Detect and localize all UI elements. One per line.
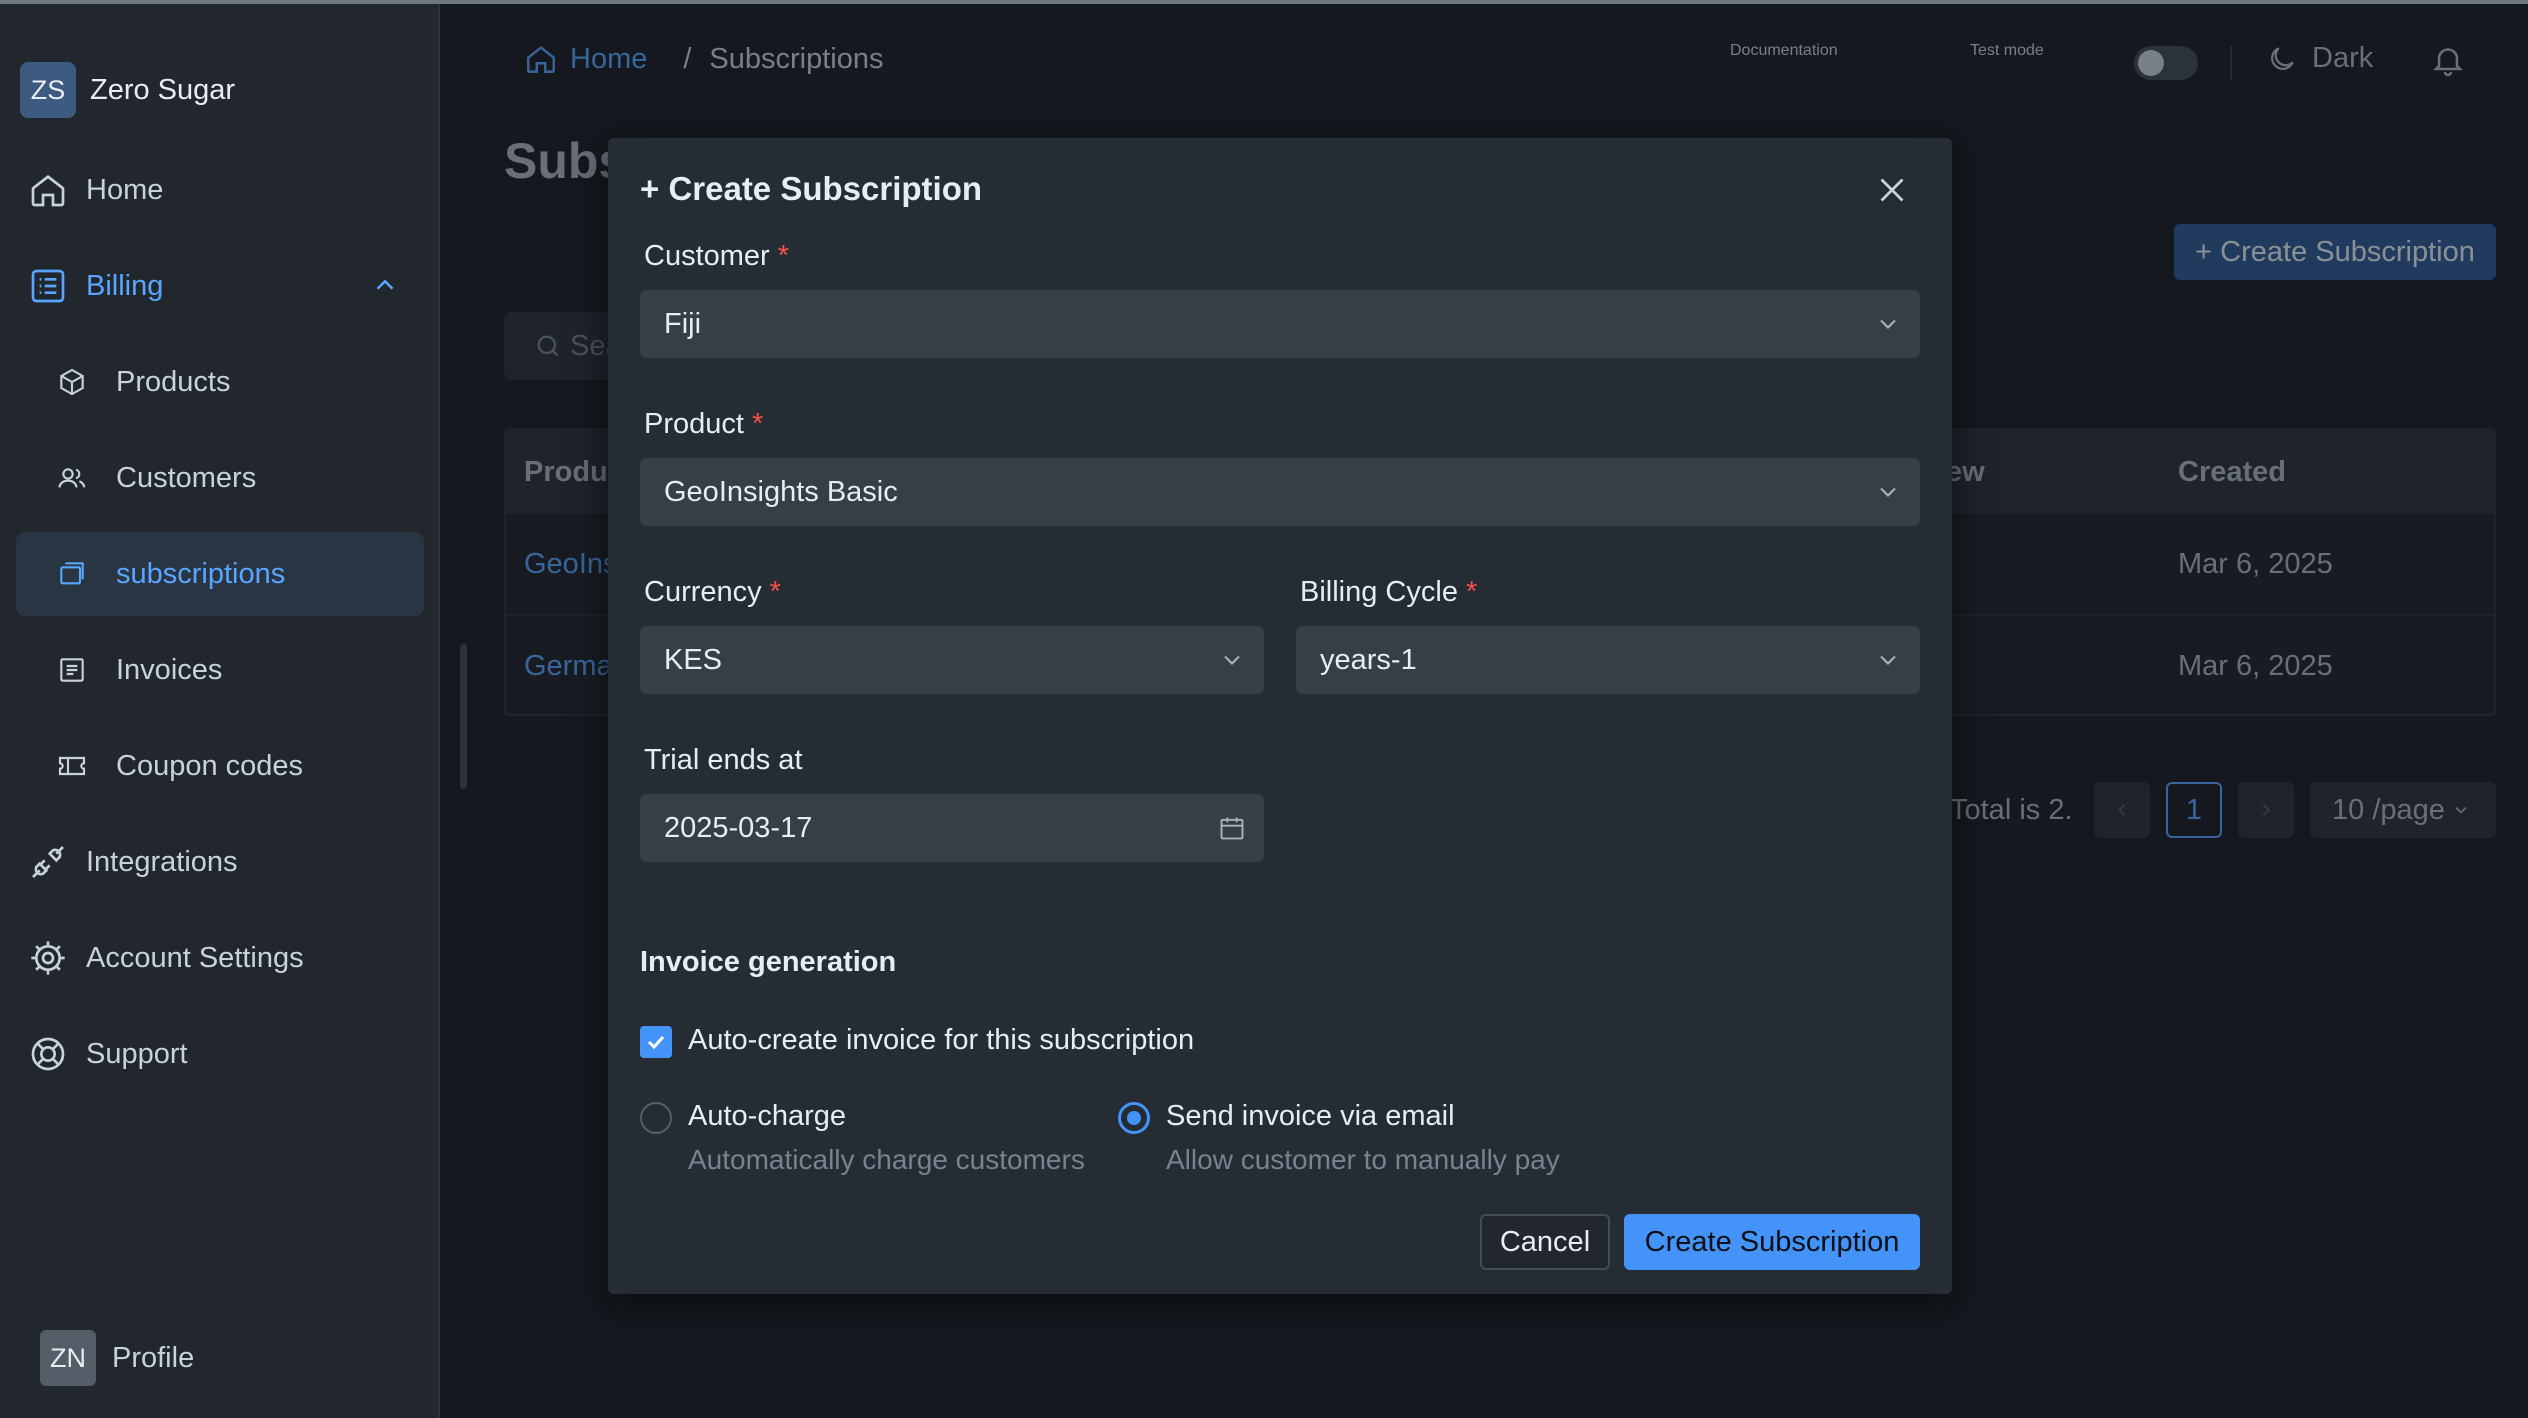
copy-icon bbox=[52, 550, 92, 598]
auto-charge-description: Automatically charge customers bbox=[688, 1144, 1085, 1175]
home-icon bbox=[24, 166, 72, 214]
sidebar-item-account-settings[interactable]: Account Settings bbox=[16, 916, 424, 1000]
cancel-button[interactable]: Cancel bbox=[1480, 1214, 1610, 1270]
sidebar-item-invoices[interactable]: Invoices bbox=[16, 628, 424, 712]
avatar: ZN bbox=[40, 1330, 96, 1386]
customer-label: Customer * bbox=[644, 240, 789, 272]
ticket-icon bbox=[52, 742, 92, 790]
billing-cycle-select[interactable]: years-1 bbox=[1296, 626, 1920, 694]
sidebar-item-label: Coupon codes bbox=[116, 749, 304, 782]
calendar-icon[interactable] bbox=[1218, 814, 1246, 850]
sidebar-item-coupon-codes[interactable]: Coupon codes bbox=[16, 724, 424, 808]
sidebar-item-label: Home bbox=[86, 173, 164, 206]
chevron-down-icon bbox=[1874, 310, 1902, 346]
send-invoice-email-description: Allow customer to manually pay bbox=[1166, 1144, 1560, 1175]
trial-ends-date-input[interactable]: 2025-03-17 bbox=[640, 794, 1264, 862]
currency-label: Currency * bbox=[644, 576, 781, 608]
billing-cycle-label: Billing Cycle * bbox=[1300, 576, 1478, 608]
profile-menu[interactable]: ZN Profile bbox=[40, 1330, 194, 1386]
workspace-name: Zero Sugar bbox=[90, 73, 236, 106]
product-select[interactable]: GeoInsights Basic bbox=[640, 458, 1920, 526]
lifebuoy-icon bbox=[24, 1030, 72, 1078]
trial-ends-label: Trial ends at bbox=[644, 744, 803, 776]
sidebar-item-customers[interactable]: Customers bbox=[16, 436, 424, 520]
plug-icon bbox=[24, 838, 72, 886]
sidebar-item-label: subscriptions bbox=[116, 557, 286, 590]
workspace-avatar: ZS bbox=[20, 62, 76, 118]
send-invoice-email-label[interactable]: Send invoice via email bbox=[1166, 1100, 1455, 1133]
chevron-down-icon bbox=[1874, 478, 1902, 514]
gear-icon bbox=[24, 934, 72, 982]
modal-title: + Create Subscription bbox=[640, 170, 983, 207]
send-invoice-email-radio[interactable] bbox=[1118, 1102, 1150, 1134]
sidebar-item-integrations[interactable]: Integrations bbox=[16, 820, 424, 904]
create-subscription-modal: + Create Subscription Customer * Fiji Pro… bbox=[608, 138, 1952, 1294]
sidebar-item-label: Customers bbox=[116, 461, 257, 494]
chevron-up-icon[interactable] bbox=[370, 270, 400, 308]
sidebar-item-billing[interactable]: Billing bbox=[16, 244, 424, 328]
auto-charge-label[interactable]: Auto-charge bbox=[688, 1100, 846, 1133]
sidebar-item-support[interactable]: Support bbox=[16, 1012, 424, 1096]
currency-select[interactable]: KES bbox=[640, 626, 1264, 694]
sidebar-item-label: Invoices bbox=[116, 653, 223, 686]
close-icon[interactable] bbox=[1874, 172, 1910, 208]
sidebar-item-label: Account Settings bbox=[86, 941, 304, 974]
chevron-down-icon bbox=[1218, 646, 1246, 682]
sidebar-item-label: Integrations bbox=[86, 845, 238, 878]
cube-icon bbox=[52, 358, 92, 406]
required-mark: * bbox=[751, 408, 764, 440]
sidebar-item-home[interactable]: Home bbox=[16, 148, 424, 232]
sidebar-item-label: Support bbox=[86, 1037, 188, 1070]
workspace-switcher[interactable]: ZS Zero Sugar bbox=[20, 62, 235, 118]
chevron-down-icon bbox=[1874, 646, 1902, 682]
invoice-generation-heading: Invoice generation bbox=[640, 946, 897, 978]
auto-create-invoice-checkbox[interactable] bbox=[640, 1026, 672, 1058]
sidebar-item-products[interactable]: Products bbox=[16, 340, 424, 424]
users-icon bbox=[52, 454, 92, 502]
required-mark: * bbox=[769, 576, 781, 608]
receipt-icon bbox=[52, 646, 92, 694]
sidebar-item-label: Billing bbox=[86, 269, 164, 302]
auto-create-invoice-label[interactable]: Auto-create invoice for this subscriptio… bbox=[688, 1024, 1194, 1057]
sidebar: ZS Zero Sugar Home Billing Products Cust… bbox=[0, 4, 440, 1418]
required-mark: * bbox=[777, 240, 789, 272]
list-icon bbox=[24, 262, 72, 310]
product-label: Product * bbox=[644, 408, 764, 440]
profile-label: Profile bbox=[112, 1341, 195, 1374]
sidebar-item-subscriptions[interactable]: subscriptions bbox=[16, 532, 424, 616]
sidebar-item-label: Products bbox=[116, 365, 231, 398]
customer-select[interactable]: Fiji bbox=[640, 290, 1920, 358]
auto-charge-radio[interactable] bbox=[640, 1102, 672, 1134]
required-mark: * bbox=[1465, 576, 1478, 608]
check-icon bbox=[647, 1035, 665, 1050]
submit-create-subscription-button[interactable]: Create Subscription bbox=[1624, 1214, 1920, 1270]
